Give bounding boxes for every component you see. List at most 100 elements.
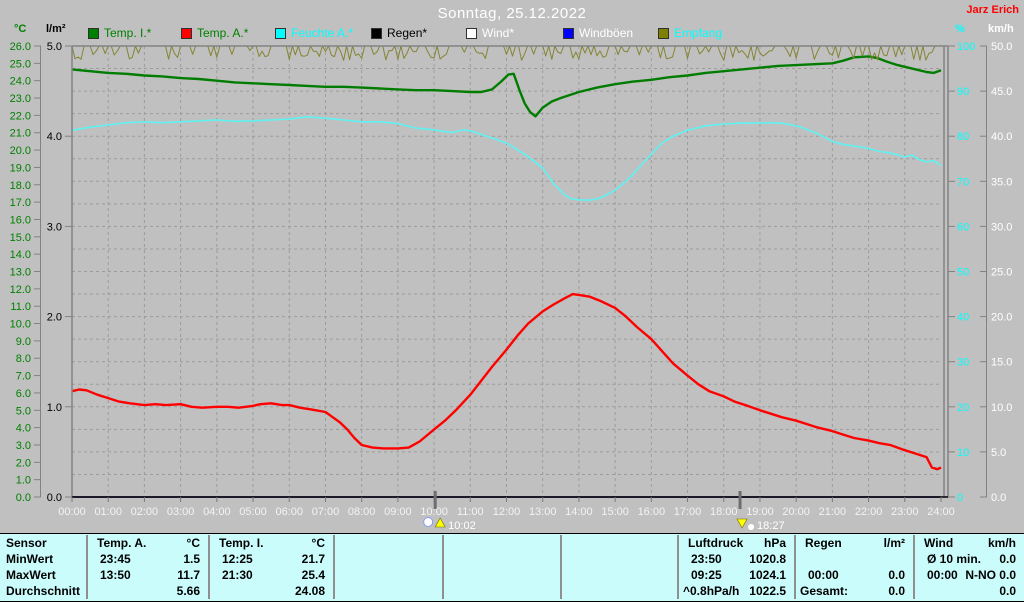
x-axis-label: 18:00 [710,506,738,518]
temp-axis-label: 12.0 [10,284,31,296]
humidity-axis-label: 10 [957,447,969,459]
windspeed-axis-label: 50.0 [991,41,1012,53]
x-axis-label: 06:00 [275,506,303,518]
temp-axis-label: 24.0 [10,76,31,88]
temp-axis-label: 1.0 [16,475,31,487]
table-cell-value: 24.08 [294,584,325,598]
x-axis-label: 05:00 [239,506,267,518]
temp-axis-label: 8.0 [16,353,31,365]
x-axis-label: 07:00 [312,506,340,518]
temp-axis-label: 9.0 [16,336,31,348]
chart-plot[interactable]: 26.0 25.0 24.0 23.0 22.0 21.0 20.0 19.0 18.0 17.0… [0,0,1024,533]
table-cell-value: 0.0 [888,568,905,582]
rain-axis-label: 5.0 [47,41,62,53]
humidity-axis-label: 100 [957,41,975,53]
table-cell-time [88,583,92,599]
temp-axis-label: 23.0 [10,93,31,105]
table-col-tempi: Temp. I. °C 12:25 21.7 21:30 25.4 24.08 [208,535,333,599]
x-axis-label: 03:00 [167,506,195,518]
windspeed-axis-label: 35.0 [991,176,1012,188]
temp-axis-label: 5.0 [16,405,31,417]
rain-axis-label: 0.0 [47,492,62,504]
x-axis-label: 04:00 [203,506,231,518]
table-col-empty [442,535,560,599]
table-row-label: MaxWert [6,568,56,582]
marker-time-label: 18:27 [757,520,785,532]
table-col-luftdruck: Luftdruck hPa 23:50 1020.8 09:25 1024.1 ^0.8hP… [677,535,794,599]
table-row-label: Durchschnitt [6,584,81,598]
table-cell-time [796,551,808,567]
temp-axis-label: 25.0 [10,58,31,70]
table-col-header: Temp. A. [97,536,147,550]
sun-up-arrow-icon [434,517,446,528]
temp-axis-label: 17.0 [10,197,31,209]
table-col-unit: °C [311,536,325,550]
windspeed-axis-label: 5.0 [991,447,1006,459]
x-axis-label: 16:00 [638,506,666,518]
table-cell-time: 13:50 [100,568,131,582]
humidity-axis-label: 60 [957,221,969,233]
rain-axis-label: 4.0 [47,131,62,143]
x-axis-label: 20:00 [782,506,810,518]
table-cell-value: 11.7 [177,568,200,582]
windspeed-axis-label: 30.0 [991,221,1012,233]
temp-axis-label: 13.0 [10,267,31,279]
table-cell-value: 1.5 [183,552,200,566]
temp-axis-label: 2.0 [16,457,31,469]
temp-axis-label: 21.0 [10,128,31,140]
grid [72,46,941,497]
table-row-label: MinWert [6,552,54,566]
table-cell-value: 0.0 [888,584,905,598]
humidity-axis-label: 80 [957,131,969,143]
x-axis-label: 14:00 [565,506,593,518]
humidity-axis-label: 70 [957,176,969,188]
table-cell-time [915,583,919,599]
table-col-wind: Wind km/h Ø 10 min. 0.0 00:00 N-NO 0.0 0.0 [913,535,1024,599]
rain-axis-label: 3.0 [47,221,62,233]
table-cell-time: 09:25 [691,568,722,582]
x-axis-label: 15:00 [601,506,629,518]
table-cell-time [210,583,214,599]
table-cell-time: 21:30 [222,568,253,582]
humidity-axis-label: 20 [957,402,969,414]
marker-time-label: 10:02 [448,520,476,532]
table-cell-time: 00:00 [808,568,839,582]
table-col-header: Temp. I. [219,536,264,550]
table-cell-value: 1024.1 [749,568,786,582]
temp-axis-label: 6.0 [16,388,31,400]
temp-axis-label: 22.0 [10,110,31,122]
table-cell-value: 1022.5 [749,584,786,598]
temp-axis-label: 7.0 [16,371,31,383]
table-col-regen: Regen l/m² 00:00 0.0 Gesamt: 0.0 [794,535,913,599]
table-col-unit: hPa [763,536,786,550]
x-axis-label: 02:00 [131,506,159,518]
table-row-label: Sensor [6,536,47,550]
x-axis-label: 21:00 [819,506,847,518]
temp-axis-label: 3.0 [16,440,31,452]
windspeed-axis-label: 10.0 [991,402,1012,414]
rain-axis-label: 1.0 [47,402,62,414]
table-cell-value: 21.7 [301,552,325,566]
temp-axis-label: 16.0 [10,214,31,226]
table-col-empty [333,535,442,599]
x-axis-label: 08:00 [348,506,376,518]
x-axis-label: 00:00 [58,506,86,518]
temp-axis-label: 20.0 [10,145,31,157]
windspeed-axis-label: 20.0 [991,312,1012,324]
windspeed-axis-label: 45.0 [991,86,1012,98]
temp-axis-label: 26.0 [10,41,31,53]
windspeed-axis-label: 15.0 [991,357,1012,369]
rain-axis: 5.0 4.0 3.0 2.0 1.0 0.0 [47,41,72,504]
temp-axis-label: 0.0 [16,492,31,504]
table-cell-value: 1020.8 [749,552,786,566]
humidity-axis: 1009080706050403020100 [948,41,975,504]
table-col-tempa: Temp. A. °C 23:45 1.5 13:50 11.7 5.66 [86,535,208,599]
table-col-empty [560,535,677,599]
temp-axis: 26.0 25.0 24.0 23.0 22.0 21.0 20.0 19.0 18.0 17.0… [10,41,41,504]
table-col-unit: l/m² [883,536,905,550]
table-cell-time: 23:50 [691,552,722,566]
temp-axis-label: 4.0 [16,423,31,435]
temp-axis-label: 14.0 [10,249,31,261]
table-cell-time: Ø 10 min. [927,552,982,566]
x-axis-label: 12:00 [493,506,521,518]
